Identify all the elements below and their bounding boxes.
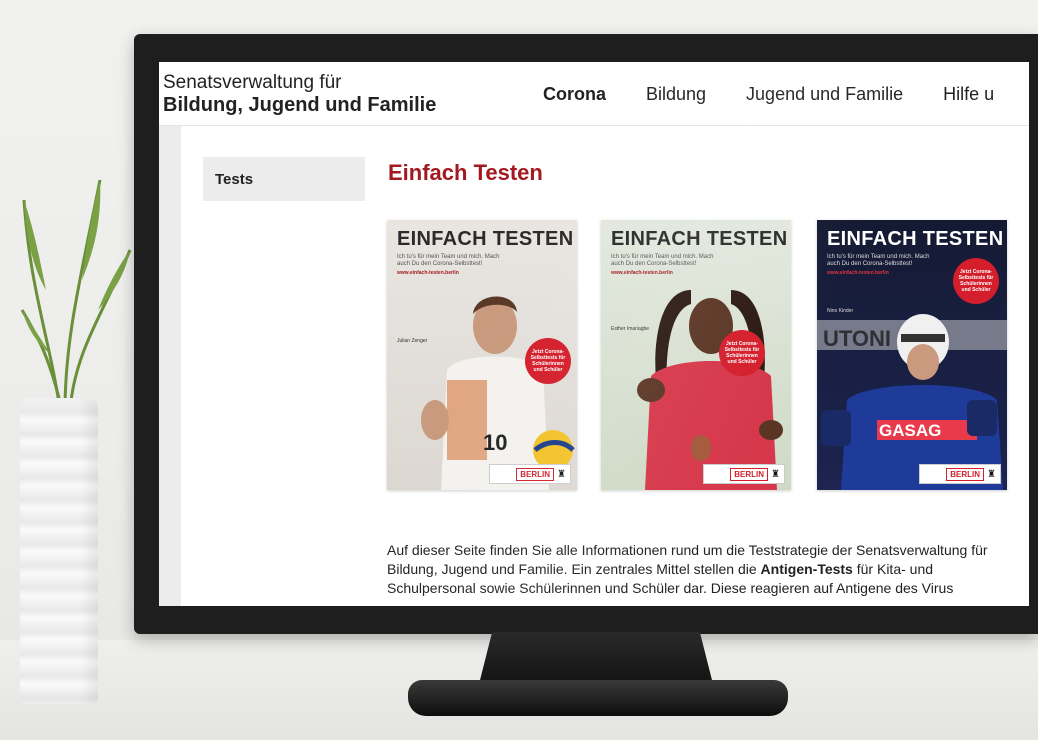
athlete-red-hoodie-photo	[637, 290, 783, 490]
berlin-logo-label: BERLIN	[516, 467, 555, 481]
brand-line-2: Bildung, Jugend und Familie	[163, 94, 437, 116]
svg-text:10: 10	[483, 430, 507, 455]
poster-subtitle: Ich tu's für mein Team und mich. Mach au…	[611, 254, 714, 267]
svg-text:UTONI: UTONI	[823, 326, 891, 351]
hockey-player-photo: UTONI GASAG	[817, 314, 1007, 490]
poster-footer: BERLIN ♜	[703, 464, 785, 484]
site-brand[interactable]: Senatsverwaltung für Bildung, Jugend und…	[163, 72, 436, 116]
intro-link-antigen-tests[interactable]: Antigen-Tests	[761, 561, 853, 577]
nav-item-corona[interactable]: Corona	[543, 84, 606, 105]
poster-title: EINFACH TESTEN	[827, 228, 1004, 250]
left-gutter	[159, 126, 181, 606]
site-header: Senatsverwaltung für Bildung, Jugend und…	[159, 62, 1029, 126]
berlin-bear-icon: ♜	[987, 468, 996, 480]
poster-gallery: EINFACH TESTEN Ich tu's für mein Team un…	[387, 220, 1027, 492]
poster-subtitle: Ich tu's für mein Team und mich. Mach au…	[827, 254, 930, 267]
poster-url: www.einfach-testen.berlin	[827, 270, 889, 276]
poster-ice-hockey[interactable]: EINFACH TESTEN Ich tu's für mein Team un…	[817, 220, 1007, 490]
intro-paragraph: Auf dieser Seite finden Sie alle Informa…	[387, 541, 1023, 598]
nav-item-hilfe[interactable]: Hilfe u	[943, 84, 994, 105]
poster-title: EINFACH TESTEN	[397, 228, 574, 250]
poster-badge: Jetzt Corona-Selbsttests für Schülerinne…	[525, 338, 571, 384]
page-title: Einfach Testen	[388, 160, 543, 185]
poster-url: www.einfach-testen.berlin	[611, 270, 673, 276]
main-nav: Corona Bildung Jugend und Familie Hilfe …	[543, 84, 1029, 105]
poster-footer: BERLIN ♜	[919, 464, 1001, 484]
plant-illustration	[20, 179, 132, 410]
volleyball-player-photo: 10	[421, 296, 575, 490]
white-vase	[20, 398, 98, 704]
sidebar-item-tests[interactable]: Tests	[203, 157, 365, 201]
berlin-bear-icon: ♜	[771, 468, 780, 480]
nav-item-jugend-und-familie[interactable]: Jugend und Familie	[746, 84, 903, 105]
berlin-logo-label: BERLIN	[730, 467, 769, 481]
poster-title: EINFACH TESTEN	[611, 228, 788, 250]
poster-footer: BERLIN ♜	[489, 464, 571, 484]
monitor-stand-base	[408, 680, 788, 716]
poster-subtitle: Ich tu's für mein Team und mich. Mach au…	[397, 254, 500, 267]
brand-line-1: Senatsverwaltung für	[163, 72, 342, 93]
poster-red-hoodie[interactable]: EINFACH TESTEN Ich tu's für mein Team un…	[601, 220, 791, 490]
poster-volleyball[interactable]: EINFACH TESTEN Ich tu's für mein Team un…	[387, 220, 577, 490]
poster-url: www.einfach-testen.berlin	[397, 270, 459, 276]
berlin-logo-label: BERLIN	[946, 467, 985, 481]
poster-badge: Jetzt Corona-Selbsttests für Schülerinne…	[953, 258, 999, 304]
browser-screen: Senatsverwaltung für Bildung, Jugend und…	[159, 62, 1029, 606]
berlin-bear-icon: ♜	[557, 468, 566, 480]
poster-badge: Jetzt Corona-Selbsttests für Schülerinne…	[719, 330, 765, 376]
svg-text:GASAG: GASAG	[879, 421, 941, 440]
nav-item-bildung[interactable]: Bildung	[646, 84, 706, 105]
